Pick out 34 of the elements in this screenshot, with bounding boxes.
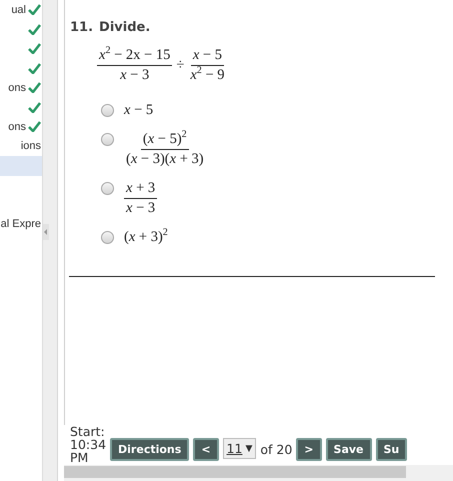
answer-option: (x + 3)$^{2}$ xyxy=(124,229,168,245)
numerator: x + 3 xyxy=(124,180,158,199)
numerator: (x − 5)$^{2}$ xyxy=(140,131,189,150)
nav-button[interactable]: > xyxy=(296,438,322,461)
question-prompt: Divide. xyxy=(99,20,150,35)
sidebar-item[interactable]: ons xyxy=(8,82,26,94)
horizontal-scrollbar[interactable] xyxy=(64,465,453,481)
question-count: of 20 xyxy=(260,442,292,457)
answer-option: x − 5 xyxy=(124,102,154,118)
denominator: x$^{2}$ − 9 xyxy=(189,66,226,84)
numerator: x − 5 xyxy=(190,47,224,66)
start-time: 10:34 xyxy=(70,438,106,451)
nav-button[interactable]: Su xyxy=(376,438,408,461)
radio-button[interactable] xyxy=(101,231,114,244)
start-period: PM xyxy=(70,451,90,464)
nav-button[interactable]: < xyxy=(193,438,219,461)
radio-button[interactable] xyxy=(101,182,114,195)
numerator: x$^{2}$ − 2x − 15 xyxy=(97,47,172,66)
denominator: x − 3 xyxy=(119,66,150,84)
sidebar-item[interactable]: ons xyxy=(8,120,26,133)
sidebar-item[interactable]: al Expre xyxy=(0,218,41,230)
divide-sign: ÷ xyxy=(176,57,184,74)
denominator: x − 3 xyxy=(124,199,156,217)
denominator: (x − 3)(x + 3) xyxy=(125,150,205,168)
question-number: 11. xyxy=(70,20,94,35)
collapse-handle[interactable] xyxy=(43,224,49,240)
start-label: Start: xyxy=(70,425,106,438)
nav-button[interactable]: Save xyxy=(326,438,372,461)
sidebar-item[interactable]: ual xyxy=(11,4,26,16)
radio-button[interactable] xyxy=(101,104,114,117)
question-select[interactable]: 11 ▼ xyxy=(222,438,256,459)
sidebar-item[interactable]: ions xyxy=(20,140,41,152)
radio-button[interactable] xyxy=(101,133,114,146)
nav-button[interactable]: Directions xyxy=(110,438,190,461)
